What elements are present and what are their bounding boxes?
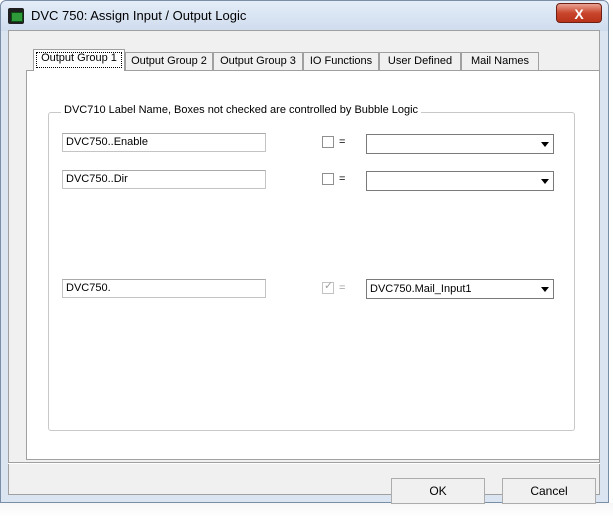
tab-label: Output Group 2 [131, 55, 207, 67]
chevron-down-icon [541, 179, 549, 184]
app-icon [8, 8, 24, 24]
tab-label: Mail Names [470, 55, 530, 67]
tab-io-functions[interactable]: IO Functions [303, 52, 379, 70]
equals-sign-3: = [339, 282, 346, 294]
control-checkbox-1[interactable] [322, 136, 334, 148]
tab-label: Output Group 1 [41, 52, 117, 64]
cancel-button[interactable]: Cancel [502, 478, 596, 504]
tab-output-group-1[interactable]: Output Group 1 [33, 49, 125, 71]
tab-mail-names[interactable]: Mail Names [461, 52, 539, 70]
check-icon: ✓ [324, 280, 334, 292]
control-checkbox-2[interactable] [322, 173, 334, 185]
control-checkbox-3[interactable]: ✓ [322, 280, 334, 294]
tab-label: IO Functions [309, 55, 373, 67]
tab-label: User Defined [387, 55, 453, 67]
groupbox-title: DVC710 Label Name, Boxes not checked are… [61, 104, 422, 116]
equals-sign-2: = [339, 173, 346, 185]
logic-dropdown-1[interactable] [366, 134, 554, 154]
logic-dropdown-2[interactable] [366, 171, 554, 191]
window-title: DVC 750: Assign Input / Output Logic [31, 8, 247, 23]
tab-user-defined[interactable]: User Defined [379, 52, 461, 70]
tab-label: Output Group 3 [220, 55, 296, 67]
title-bar[interactable]: DVC 750: Assign Input / Output Logic X [1, 1, 608, 31]
label-name-field-2[interactable]: DVC750..Dir [62, 170, 266, 189]
close-icon: X [574, 6, 584, 22]
label-groupbox [48, 112, 575, 431]
label-name-field-1[interactable]: DVC750..Enable [62, 133, 266, 152]
dialog-separator [8, 462, 600, 464]
chevron-down-icon [541, 287, 549, 292]
label-name-field-3[interactable]: DVC750. [62, 279, 266, 298]
chevron-down-icon [541, 142, 549, 147]
background-strip [0, 503, 613, 517]
dropdown-value: DVC750.Mail_Input1 [370, 283, 472, 295]
tab-output-group-2[interactable]: Output Group 2 [125, 52, 213, 70]
logic-dropdown-3[interactable]: DVC750.Mail_Input1 [366, 279, 554, 299]
tab-output-group-3[interactable]: Output Group 3 [213, 52, 303, 70]
close-button[interactable]: X [556, 3, 602, 23]
ok-button[interactable]: OK [391, 478, 485, 504]
equals-sign-1: = [339, 136, 346, 148]
